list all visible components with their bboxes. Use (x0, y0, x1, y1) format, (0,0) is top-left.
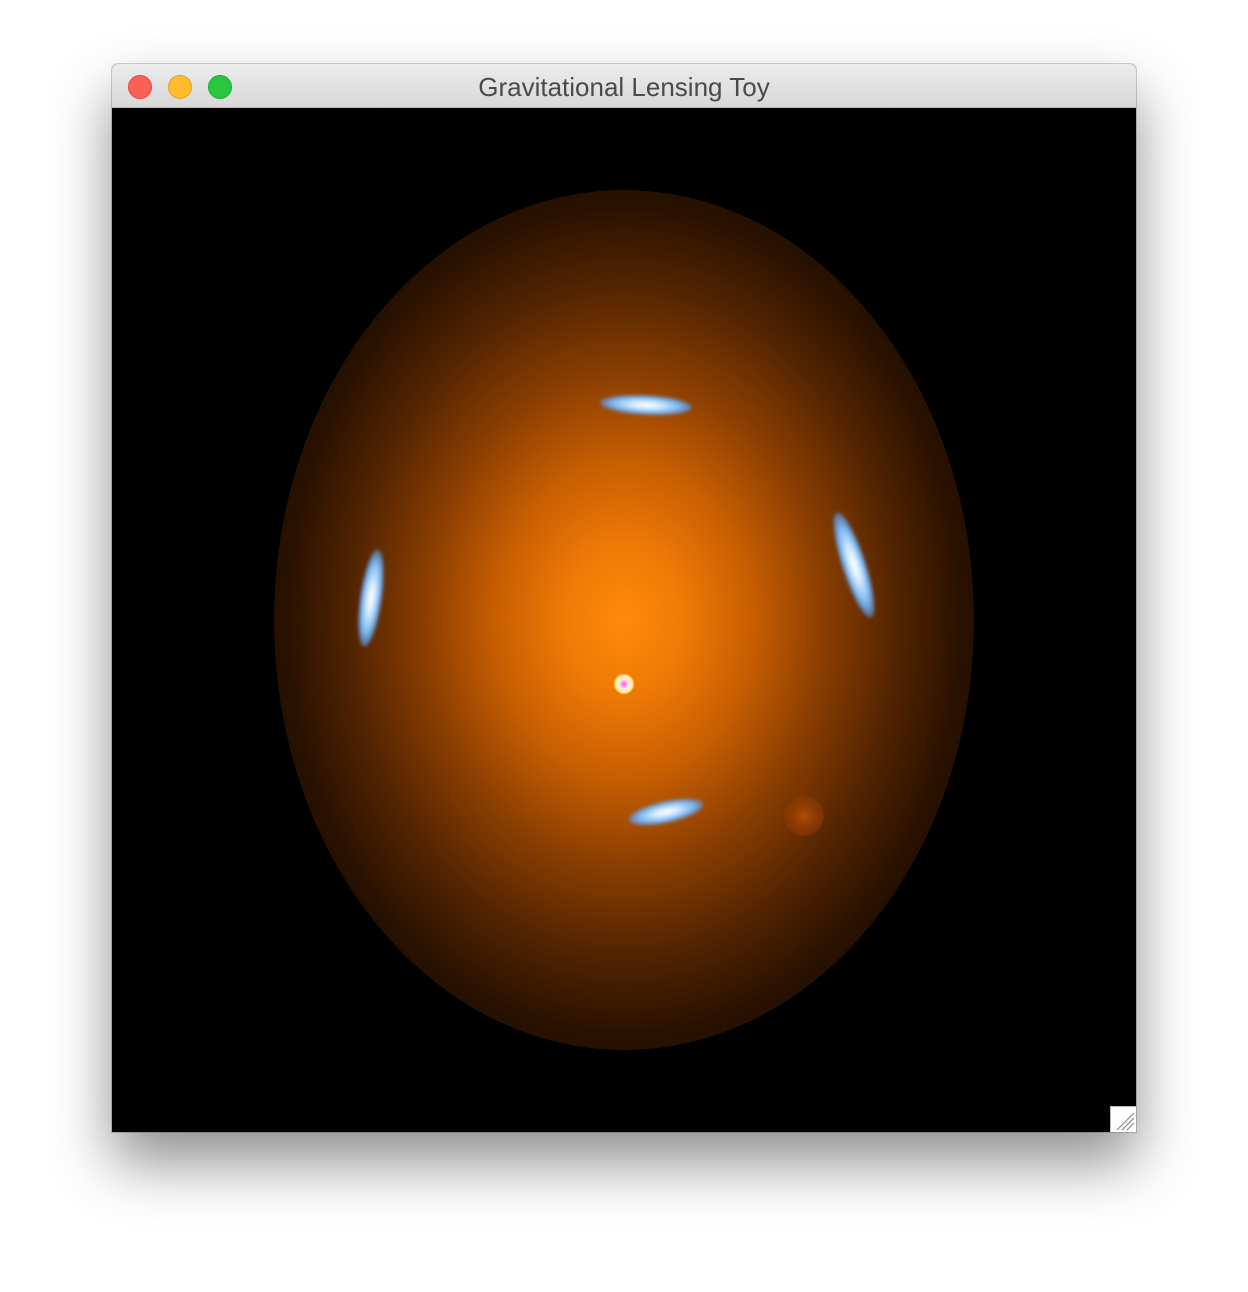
resize-grip-icon (1116, 1112, 1135, 1131)
lensing-canvas[interactable] (112, 108, 1136, 1132)
window-title: Gravitational Lensing Toy (478, 72, 770, 102)
lens-galaxy-glow (274, 190, 974, 1050)
source-blob (784, 796, 824, 836)
resize-grip[interactable] (1110, 1106, 1136, 1132)
title-bar[interactable]: Gravitational Lensing Toy (112, 64, 1136, 108)
app-window: Gravitational Lensing Toy (112, 64, 1136, 1132)
lens-core (614, 674, 634, 694)
